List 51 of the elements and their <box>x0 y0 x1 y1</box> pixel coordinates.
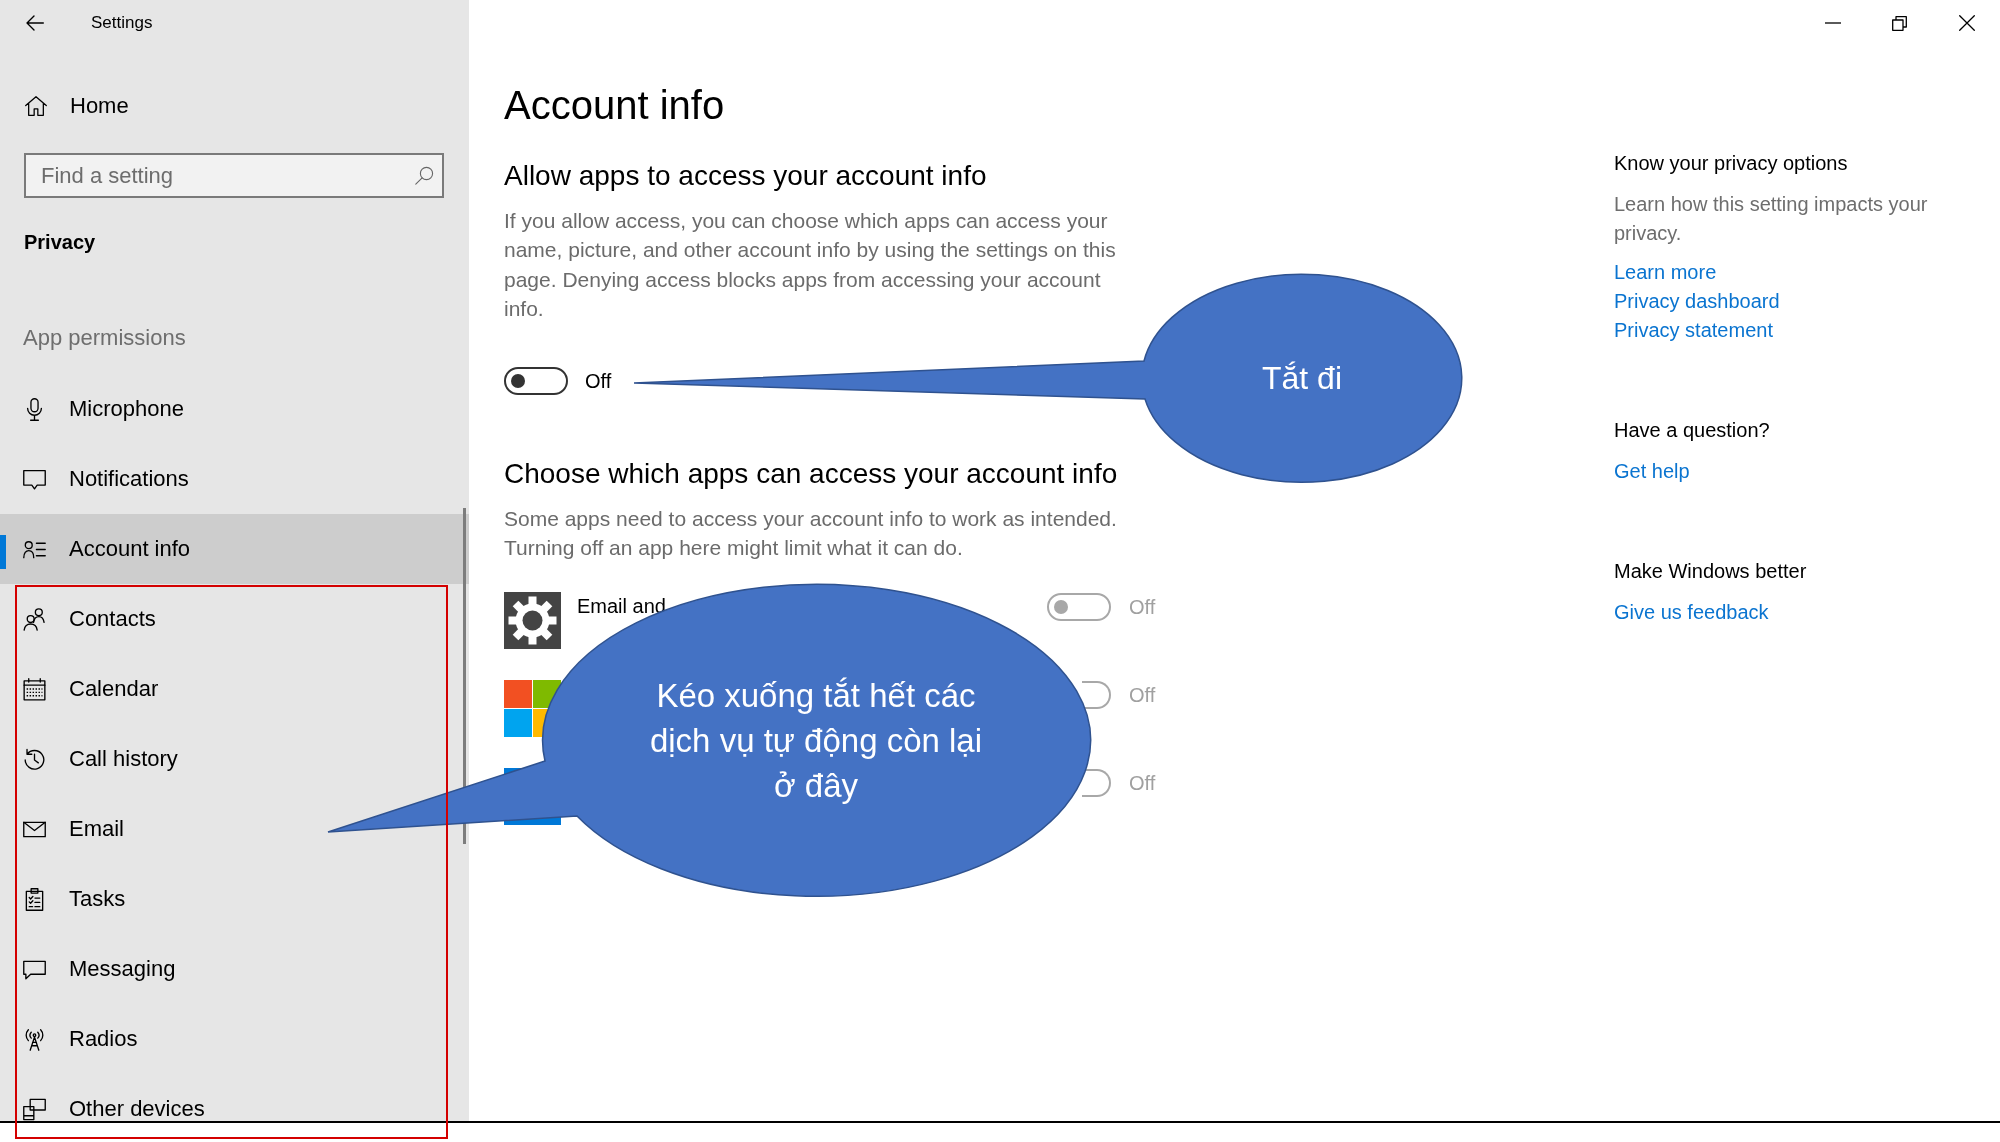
help-link[interactable]: Get help <box>1614 457 1690 486</box>
group-label: App permissions <box>22 324 186 352</box>
callout-text: Kéo xuống tắt hết các dịch vụ tự động còn lại ở đây <box>648 675 984 806</box>
window-title: Settings <box>91 13 153 33</box>
app-name: Email and <box>577 594 666 617</box>
help-link[interactable]: Privacy statement <box>1614 316 1773 345</box>
callout-text: Tắt đi <box>1262 359 1342 398</box>
nav-item[interactable]: Microphone <box>0 374 469 444</box>
nav-item[interactable]: Email <box>0 794 469 864</box>
toggle-state-text: Off <box>1129 770 1156 796</box>
toggle-state-text: Off <box>585 369 612 395</box>
history-icon <box>23 747 46 771</box>
people-icon <box>23 607 46 631</box>
nav-item[interactable]: Other devices <box>0 1074 469 1121</box>
back-arrow-icon <box>26 15 44 31</box>
nav-item[interactable]: Contacts <box>0 584 469 654</box>
page-title: Account info <box>504 82 725 129</box>
toggle-state-text: Off <box>1129 594 1156 620</box>
antenna-icon <box>23 1027 46 1051</box>
help-link[interactable]: Learn more <box>1614 258 1717 287</box>
nav-item[interactable]: Calendar <box>0 654 469 724</box>
speech-bubble-icon <box>23 467 46 491</box>
calendar-icon <box>23 677 46 701</box>
close-icon <box>1958 15 1975 31</box>
home-item[interactable]: Home <box>0 71 469 141</box>
section-heading: Know your privacy options <box>1614 151 1848 176</box>
minimize-icon <box>1824 22 1841 24</box>
nav-item[interactable]: Notifications <box>0 444 469 514</box>
nav-item[interactable]: Tasks <box>0 864 469 934</box>
nav-item[interactable]: Account info <box>0 514 469 584</box>
toggle-state-text: Off <box>1129 682 1156 708</box>
help-link[interactable]: Give us feedback <box>1614 598 1769 627</box>
nav-item[interactable]: Messaging <box>0 934 469 1004</box>
home-icon <box>25 95 47 117</box>
toggle-switch[interactable] <box>504 367 568 396</box>
gear-icon <box>504 591 561 649</box>
restore-icon <box>1892 15 1907 31</box>
section-heading: Allow apps to access your account info <box>504 159 987 193</box>
help-text: Learn how this setting impacts your privacy. <box>1614 192 1929 246</box>
section-heading: Make Windows better <box>1614 559 1807 584</box>
nav-item[interactable]: Radios <box>0 1004 469 1074</box>
search-field[interactable]: Find a setting <box>24 153 444 198</box>
section-heading: Choose which apps can access your account info <box>504 457 1118 492</box>
search-icon[interactable] <box>415 166 434 185</box>
section-heading: Have a question? <box>1614 418 1770 443</box>
nav-item[interactable]: Call history <box>0 724 469 794</box>
description-text: If you allow access, you can choose which apps can access your name, picture, and other account info by using the settings on this page. Denying access blocks apps from accessing your account info. <box>504 208 1117 322</box>
category-title: Privacy <box>23 230 96 255</box>
help-link[interactable]: Privacy dashboard <box>1614 287 1780 316</box>
description-text: Some apps need to access your account info to work as intended. Turning off an app here might limit what it can do. <box>504 506 1118 562</box>
clipboard-icon <box>23 887 46 911</box>
